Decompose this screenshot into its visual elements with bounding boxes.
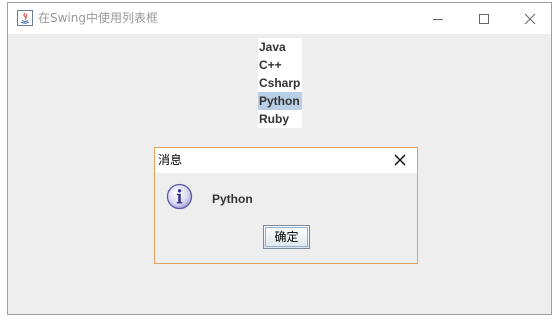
- list-item[interactable]: Python: [258, 92, 302, 110]
- message-dialog: 消息 Python 确定: [154, 147, 418, 264]
- main-window: 在Swing中使用列表框 Java C++ Csharp Python Ruby…: [7, 2, 552, 315]
- maximize-icon: [479, 13, 489, 24]
- ok-button[interactable]: 确定: [263, 225, 310, 249]
- window-title: 在Swing中使用列表框: [38, 11, 158, 25]
- list-item[interactable]: C++: [258, 56, 302, 74]
- dialog-message: Python: [212, 192, 253, 206]
- maximize-button[interactable]: [461, 3, 507, 34]
- list-item[interactable]: Java: [258, 38, 302, 56]
- java-app-icon: [17, 10, 33, 26]
- dialog-title: 消息: [158, 153, 183, 167]
- list-item[interactable]: Ruby: [258, 110, 302, 128]
- minimize-icon: [433, 18, 443, 20]
- close-button[interactable]: [507, 3, 553, 34]
- dialog-close-icon[interactable]: [393, 153, 407, 167]
- minimize-button[interactable]: [415, 3, 461, 34]
- close-icon: [524, 13, 536, 24]
- info-icon: [166, 183, 193, 210]
- language-list[interactable]: Java C++ Csharp Python Ruby: [258, 38, 302, 128]
- title-bar[interactable]: 在Swing中使用列表框: [8, 3, 551, 34]
- dialog-title-bar[interactable]: 消息: [155, 148, 417, 173]
- list-item[interactable]: Csharp: [258, 74, 302, 92]
